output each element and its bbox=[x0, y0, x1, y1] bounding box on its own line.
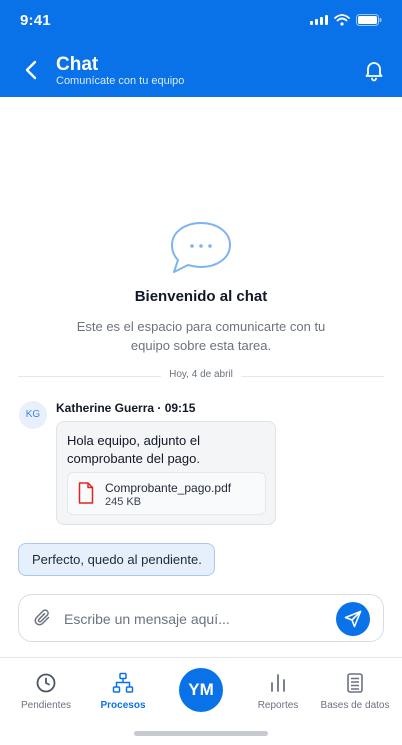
date-divider: Hoy, 4 de abril bbox=[18, 368, 384, 384]
nav-item-bases-de-datos[interactable]: Bases de datos bbox=[315, 672, 395, 711]
message-composer bbox=[18, 594, 384, 642]
nav-label: Procesos bbox=[100, 700, 146, 711]
nav-label: Bases de datos bbox=[320, 700, 390, 711]
nav-item-reportes[interactable]: Reportes bbox=[238, 672, 318, 711]
message-text: Hola equipo, adjunto el comprobante del … bbox=[67, 433, 200, 466]
home-indicator bbox=[134, 731, 268, 736]
bar-chart-icon bbox=[271, 674, 285, 692]
avatar: KG bbox=[19, 401, 47, 429]
date-label: Hoy, 4 de abril bbox=[161, 369, 241, 380]
nav-item-procesos[interactable]: Procesos bbox=[83, 672, 163, 711]
file-name: Comprobante_pago.pdf bbox=[105, 481, 232, 495]
incoming-message-bubble: Hola equipo, adjunto el comprobante del … bbox=[56, 421, 276, 525]
hierarchy-icon bbox=[112, 672, 134, 693]
bottom-nav: Pendientes Procesos YM Reportes Bases de… bbox=[0, 657, 402, 745]
battery-icon bbox=[356, 14, 382, 26]
bell-icon[interactable] bbox=[362, 58, 386, 82]
nav-item-pendientes[interactable]: Pendientes bbox=[6, 672, 86, 711]
wifi-icon bbox=[334, 14, 350, 26]
outgoing-message-bubble: Perfecto, quedo al pendiente. bbox=[18, 543, 215, 576]
nav-label: Reportes bbox=[257, 700, 299, 711]
paperclip-icon[interactable] bbox=[33, 608, 53, 628]
status-icons bbox=[310, 14, 382, 26]
page-title: Chat bbox=[56, 54, 99, 75]
send-icon bbox=[344, 610, 362, 628]
cellular-signal-icon bbox=[310, 15, 328, 25]
user-avatar-button[interactable]: YM bbox=[179, 668, 223, 712]
page-subtitle: Comunícate con tu equipo bbox=[56, 75, 185, 87]
chat-bubble-icon bbox=[171, 222, 231, 273]
back-arrow-icon[interactable] bbox=[20, 58, 44, 82]
welcome-text: Este es el espacio para comunicarte con … bbox=[76, 319, 326, 353]
database-icon bbox=[347, 673, 363, 693]
status-time: 9:41 bbox=[20, 12, 51, 29]
welcome-title: Bienvenido al chat bbox=[134, 288, 268, 305]
clock-icon bbox=[36, 673, 56, 693]
file-size: 245 KB bbox=[105, 496, 142, 508]
pdf-file-icon bbox=[78, 482, 94, 504]
message-input[interactable] bbox=[64, 607, 324, 631]
chat-header: Chat Comunícate con tu equipo bbox=[0, 44, 402, 97]
nav-label: Pendientes bbox=[20, 700, 72, 711]
send-button[interactable] bbox=[336, 602, 370, 636]
file-attachment[interactable]: Comprobante_pago.pdf 245 KB bbox=[67, 472, 266, 515]
status-bar: 9:41 bbox=[0, 0, 402, 44]
message-sender: Katherine Guerra · 09:15 bbox=[56, 401, 196, 415]
